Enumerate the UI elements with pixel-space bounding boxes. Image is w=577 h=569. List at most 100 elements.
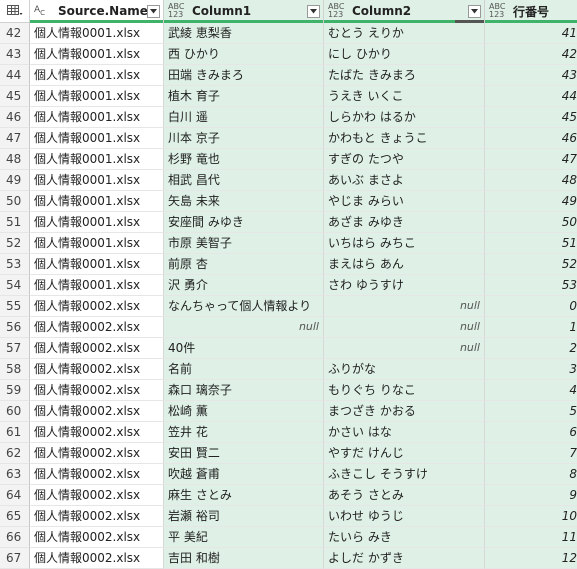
cell-column2[interactable]: いわせ ゆうじ bbox=[324, 506, 485, 527]
row-number[interactable]: 55 bbox=[0, 296, 30, 317]
row-number[interactable]: 43 bbox=[0, 44, 30, 65]
cell-column2[interactable]: null bbox=[324, 296, 485, 317]
cell-source-name[interactable]: 個人情報0002.xlsx bbox=[30, 380, 164, 401]
cell-column1[interactable]: 前原 杏 bbox=[164, 254, 324, 275]
cell-row-number[interactable]: 49 bbox=[485, 191, 577, 212]
cell-source-name[interactable]: 個人情報0002.xlsx bbox=[30, 401, 164, 422]
cell-column2[interactable]: よしだ かずき bbox=[324, 548, 485, 569]
table-row[interactable]: 43 個人情報0001.xlsx 西 ひかり にし ひかり 42 bbox=[0, 44, 577, 65]
table-row[interactable]: 65 個人情報0002.xlsx 岩瀬 裕司 いわせ ゆうじ 10 bbox=[0, 506, 577, 527]
row-number[interactable]: 44 bbox=[0, 65, 30, 86]
cell-source-name[interactable]: 個人情報0002.xlsx bbox=[30, 506, 164, 527]
table-row[interactable]: 62 個人情報0002.xlsx 安田 賢二 やすだ けんじ 7 bbox=[0, 443, 577, 464]
cell-source-name[interactable]: 個人情報0002.xlsx bbox=[30, 464, 164, 485]
cell-row-number[interactable]: 51 bbox=[485, 233, 577, 254]
table-row[interactable]: 49 個人情報0001.xlsx 相武 昌代 あいぶ まさよ 48 bbox=[0, 170, 577, 191]
row-number[interactable]: 62 bbox=[0, 443, 30, 464]
cell-column1[interactable]: 矢島 未来 bbox=[164, 191, 324, 212]
cell-column2[interactable]: さわ ゆうすけ bbox=[324, 275, 485, 296]
cell-row-number[interactable]: 44 bbox=[485, 86, 577, 107]
table-row[interactable]: 44 個人情報0001.xlsx 田端 きみまろ たばた きみまろ 43 bbox=[0, 65, 577, 86]
cell-source-name[interactable]: 個人情報0002.xlsx bbox=[30, 422, 164, 443]
row-number[interactable]: 66 bbox=[0, 527, 30, 548]
cell-source-name[interactable]: 個人情報0002.xlsx bbox=[30, 527, 164, 548]
cell-column1[interactable]: 森口 璃奈子 bbox=[164, 380, 324, 401]
any-type-icon[interactable]: ABC 123 bbox=[168, 3, 188, 19]
cell-column1[interactable]: 吉田 和樹 bbox=[164, 548, 324, 569]
cell-row-number[interactable]: 42 bbox=[485, 44, 577, 65]
filter-dropdown-button[interactable] bbox=[468, 4, 481, 18]
row-number[interactable]: 67 bbox=[0, 548, 30, 569]
cell-row-number[interactable]: 48 bbox=[485, 170, 577, 191]
text-type-icon[interactable]: AC bbox=[34, 5, 54, 17]
row-number[interactable]: 63 bbox=[0, 464, 30, 485]
cell-source-name[interactable]: 個人情報0001.xlsx bbox=[30, 86, 164, 107]
cell-column1[interactable]: 相武 昌代 bbox=[164, 170, 324, 191]
cell-column1[interactable]: 沢 勇介 bbox=[164, 275, 324, 296]
cell-column2[interactable]: ふきこし そうすけ bbox=[324, 464, 485, 485]
column-header-source-name[interactable]: AC Source.Name bbox=[30, 0, 164, 23]
table-row[interactable]: 61 個人情報0002.xlsx 笠井 花かさい はな 6 bbox=[0, 422, 577, 443]
cell-row-number[interactable]: 3 bbox=[485, 359, 577, 380]
table-row[interactable]: 47 個人情報0001.xlsx 川本 京子 かわもと きょうこ 46 bbox=[0, 128, 577, 149]
row-number[interactable]: 57 bbox=[0, 338, 30, 359]
cell-column1[interactable]: 40件 bbox=[164, 338, 324, 359]
cell-source-name[interactable]: 個人情報0002.xlsx bbox=[30, 317, 164, 338]
cell-row-number[interactable]: 47 bbox=[485, 149, 577, 170]
cell-row-number[interactable]: 1 bbox=[485, 317, 577, 338]
cell-column2[interactable]: null bbox=[324, 338, 485, 359]
table-row[interactable]: 46 個人情報0001.xlsx 白川 遥しらかわ はるか 45 bbox=[0, 107, 577, 128]
row-number[interactable]: 48 bbox=[0, 149, 30, 170]
cell-row-number[interactable]: 5 bbox=[485, 401, 577, 422]
table-menu-button[interactable] bbox=[0, 0, 30, 22]
cell-column1[interactable]: 岩瀬 裕司 bbox=[164, 506, 324, 527]
table-row[interactable]: 59 個人情報0002.xlsx 森口 璃奈子 もりぐち りなこ 4 bbox=[0, 380, 577, 401]
row-number[interactable]: 65 bbox=[0, 506, 30, 527]
cell-row-number[interactable]: 9 bbox=[485, 485, 577, 506]
cell-column1[interactable]: 西 ひかり bbox=[164, 44, 324, 65]
row-number[interactable]: 56 bbox=[0, 317, 30, 338]
table-row[interactable]: 48 個人情報0001.xlsx 杉野 竜也 すぎの たつや 47 bbox=[0, 149, 577, 170]
table-row[interactable]: 57 個人情報0002.xlsx 40件 null 2 bbox=[0, 338, 577, 359]
cell-column1[interactable]: 白川 遥 bbox=[164, 107, 324, 128]
row-number[interactable]: 50 bbox=[0, 191, 30, 212]
table-row[interactable]: 58 個人情報0002.xlsx 名前 ふりがな 3 bbox=[0, 359, 577, 380]
cell-source-name[interactable]: 個人情報0002.xlsx bbox=[30, 338, 164, 359]
cell-column1[interactable]: 松崎 薫 bbox=[164, 401, 324, 422]
row-number[interactable]: 42 bbox=[0, 23, 30, 44]
cell-source-name[interactable]: 個人情報0002.xlsx bbox=[30, 548, 164, 569]
table-row[interactable]: 66 個人情報0002.xlsx 平 美紀 たいら みき 11 bbox=[0, 527, 577, 548]
cell-row-number[interactable]: 43 bbox=[485, 65, 577, 86]
row-number[interactable]: 49 bbox=[0, 170, 30, 191]
cell-source-name[interactable]: 個人情報0001.xlsx bbox=[30, 275, 164, 296]
row-number[interactable]: 59 bbox=[0, 380, 30, 401]
cell-column2[interactable]: にし ひかり bbox=[324, 44, 485, 65]
cell-row-number[interactable]: 0 bbox=[485, 296, 577, 317]
table-row[interactable]: 54 個人情報0001.xlsx 沢 勇介 さわ ゆうすけ 53 bbox=[0, 275, 577, 296]
cell-row-number[interactable]: 8 bbox=[485, 464, 577, 485]
cell-column2[interactable]: しらかわ はるか bbox=[324, 107, 485, 128]
cell-source-name[interactable]: 個人情報0001.xlsx bbox=[30, 233, 164, 254]
table-row[interactable]: 67 個人情報0002.xlsx 吉田 和樹 よしだ かずき 12 bbox=[0, 548, 577, 569]
table-row[interactable]: 55 個人情報0002.xlsx なんちゃって個人情報より null 0 bbox=[0, 296, 577, 317]
cell-column1[interactable]: 安田 賢二 bbox=[164, 443, 324, 464]
cell-column1[interactable]: なんちゃって個人情報より bbox=[164, 296, 324, 317]
cell-source-name[interactable]: 個人情報0001.xlsx bbox=[30, 107, 164, 128]
table-row[interactable]: 64 個人情報0002.xlsx 麻生 さとみ あそう さとみ 9 bbox=[0, 485, 577, 506]
cell-row-number[interactable]: 10 bbox=[485, 506, 577, 527]
any-type-icon[interactable]: ABC 123 bbox=[328, 3, 348, 19]
cell-column2[interactable]: もりぐち りなこ bbox=[324, 380, 485, 401]
cell-source-name[interactable]: 個人情報0001.xlsx bbox=[30, 170, 164, 191]
cell-column2[interactable]: たばた きみまろ bbox=[324, 65, 485, 86]
cell-column2[interactable]: すぎの たつや bbox=[324, 149, 485, 170]
table-row[interactable]: 53 個人情報0001.xlsx 前原 杏まえはら あん 52 bbox=[0, 254, 577, 275]
cell-column2[interactable]: まつざき かおる bbox=[324, 401, 485, 422]
column-header-column1[interactable]: ABC 123 Column1 bbox=[164, 0, 324, 23]
cell-column1[interactable]: 麻生 さとみ bbox=[164, 485, 324, 506]
cell-column2[interactable]: あざま みゆき bbox=[324, 212, 485, 233]
cell-column1[interactable]: 川本 京子 bbox=[164, 128, 324, 149]
cell-column2[interactable]: あそう さとみ bbox=[324, 485, 485, 506]
cell-source-name[interactable]: 個人情報0001.xlsx bbox=[30, 191, 164, 212]
table-row[interactable]: 50 個人情報0001.xlsx 矢島 未来 やじま みらい 49 bbox=[0, 191, 577, 212]
cell-row-number[interactable]: 52 bbox=[485, 254, 577, 275]
